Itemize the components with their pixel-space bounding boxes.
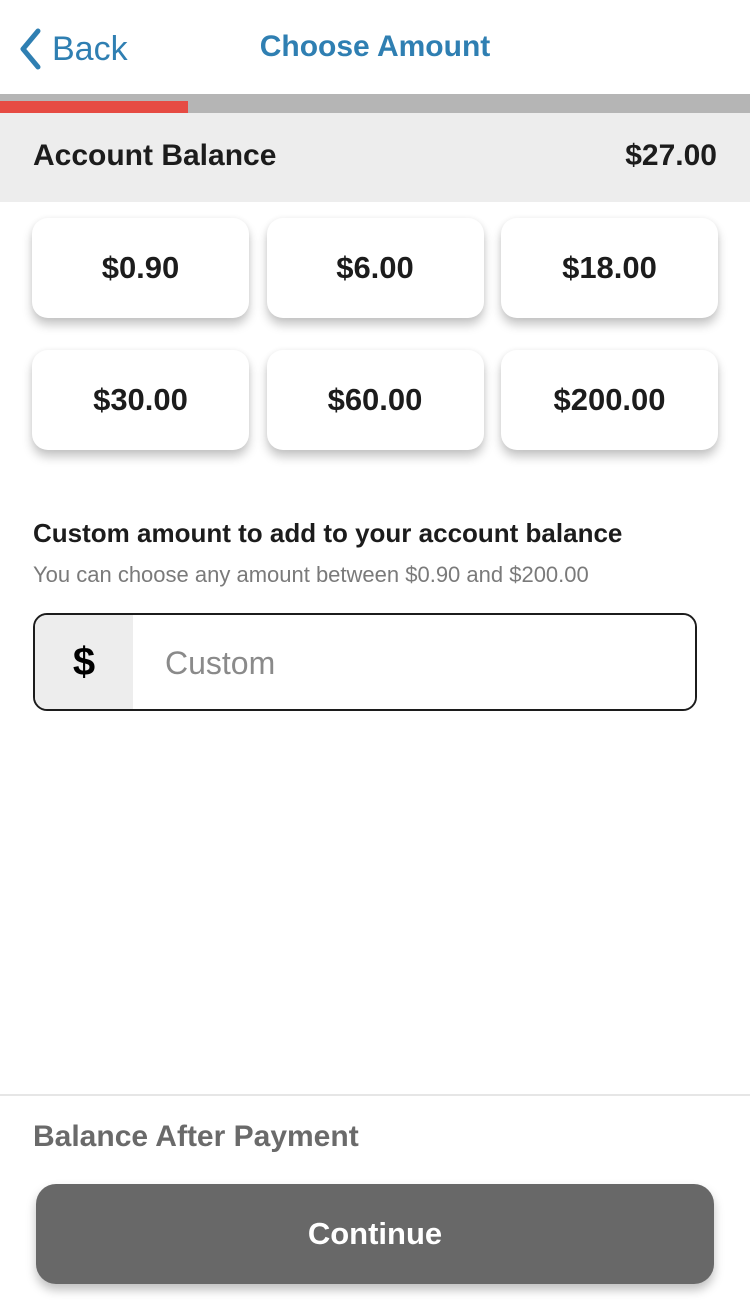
nav-bar: Back Choose Amount xyxy=(0,0,750,94)
page-title: Choose Amount xyxy=(259,30,491,63)
progress-bar xyxy=(0,94,750,113)
amount-option-button[interactable]: $6.00 xyxy=(266,218,484,318)
custom-amount-field: $ xyxy=(33,613,697,711)
balance-after-payment-label: Balance After Payment xyxy=(33,1120,359,1153)
amount-option-button[interactable]: $30.00 xyxy=(32,350,249,450)
account-balance-value: $27.00 xyxy=(625,139,717,172)
footer-divider xyxy=(0,1094,750,1096)
custom-amount-input[interactable] xyxy=(133,615,695,709)
amount-option-button[interactable]: $60.00 xyxy=(266,350,484,450)
amount-option-button[interactable]: $0.90 xyxy=(32,218,249,318)
progress-fill xyxy=(0,101,188,113)
amount-option-button[interactable]: $18.00 xyxy=(501,218,718,318)
amount-option-button[interactable]: $200.00 xyxy=(501,350,718,450)
account-balance-label: Account Balance xyxy=(33,139,277,172)
custom-amount-title: Custom amount to add to your account bal… xyxy=(33,518,623,548)
amount-options-grid: $0.90 $6.00 $18.00 $30.00 $60.00 $200.00 xyxy=(32,218,718,450)
continue-button[interactable]: Continue xyxy=(36,1184,714,1284)
currency-symbol: $ xyxy=(35,615,133,709)
custom-amount-hint: You can choose any amount between $0.90 … xyxy=(33,562,589,587)
account-balance-row: Account Balance $27.00 xyxy=(0,113,750,202)
